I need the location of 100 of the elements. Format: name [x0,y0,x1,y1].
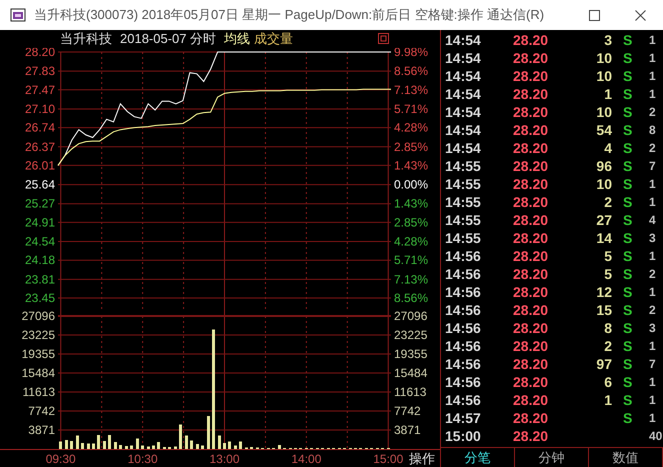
tick-price: 28.20 [513,158,550,174]
price-axis-label: 27.47 [24,82,55,97]
volume-bar [70,441,73,449]
tick-volume: 5 [603,266,612,282]
tick-time: 14:55 [445,230,482,246]
tick-count: 1 [648,195,657,209]
volume-bar [157,442,160,449]
tick-volume: 10 [595,50,612,66]
percent-axis-label: 1.43% [394,158,428,172]
operate-tab[interactable]: 操作 [409,451,435,466]
trade-side: S [622,374,634,390]
tick-count: 3 [648,231,657,245]
price-axis-label: 25.64 [24,178,55,192]
time-axis-label: 13:00 [209,452,240,466]
tick-volume: 10 [595,68,612,84]
tick-volume: 2 [603,338,612,354]
volume-bar [174,446,177,449]
tick-count: 1 [648,249,657,263]
volume-bar [141,446,144,449]
volume-bar [152,446,155,449]
percent-axis-label: 7.13% [394,272,428,286]
percent-axis-label: 0.00% [394,178,428,192]
volume-axis-label: 23225 [22,328,55,342]
trade-side: S [622,140,634,156]
tick-count: 2 [648,267,657,281]
tick-count: 1 [648,411,657,425]
percent-axis-label: 4.28% [394,120,428,135]
percent-axis-label: 7.13% [394,82,428,97]
tick-price: 28.20 [513,86,550,102]
trade-side: S [622,176,634,192]
tick-volume: 2 [603,194,612,210]
tick-time: 14:57 [445,410,482,426]
close-icon[interactable] [634,10,646,20]
tick-count: 1 [648,339,657,353]
volume-bar [76,435,79,449]
tick-volume: 1 [603,392,612,408]
tick-price: 28.20 [513,212,550,228]
volume-bar [223,443,226,449]
tick-time: 14:55 [445,212,482,228]
trade-side: S [622,302,634,318]
square-icon[interactable] [378,33,389,44]
price-axis-label: 23.81 [24,272,55,286]
trade-side: S [622,68,634,84]
trade-side: S [622,122,634,138]
tick-count: 1 [648,87,657,101]
tick-count: 7 [648,357,657,371]
price-axis-label: 26.74 [24,120,55,135]
trade-side: S [622,248,634,264]
tick-time: 14:54 [445,122,482,138]
tick-count: 40 [648,429,663,443]
tick-time: 14:55 [445,194,482,210]
tick-price: 28.20 [513,122,550,138]
tick-count: 1 [648,69,657,83]
trade-side: S [622,392,634,408]
volume-bar [119,445,122,449]
price-axis-label: 26.37 [24,140,55,154]
tick-price: 28.20 [513,338,550,354]
volume-axis-label: 19355 [394,347,428,361]
tick-time: 14:54 [445,50,482,66]
time-axis-label: 09:30 [46,452,76,466]
tick-count: 4 [648,213,657,227]
tick-price: 28.20 [513,104,550,120]
tick-volume: 10 [595,176,612,192]
trade-side: S [622,158,634,174]
volume-axis-label: 3871 [394,423,421,437]
volume-axis-label: 15484 [394,366,428,380]
trade-side: S [622,410,634,426]
tick-time: 14:54 [445,32,482,48]
volume-bar [179,424,182,449]
trade-side: S [622,104,634,120]
price-axis-label: 23.45 [24,291,55,305]
tick-time: 14:56 [445,392,482,408]
volume-bar [130,446,133,449]
trade-side: S [622,284,634,300]
volume-bar [190,440,193,449]
tick-time: 14:54 [445,104,482,120]
tick-count: 1 [648,177,657,191]
tick-count: 2 [648,141,657,155]
price-axis-label: 26.01 [24,158,55,172]
percent-axis-label: 8.56% [394,291,428,305]
tick-volume: 5 [603,248,612,264]
trade-side: S [622,194,634,210]
tick-count: 2 [648,303,657,317]
volume-axis-label: 11613 [22,385,55,399]
trade-side: S [622,356,634,372]
tick-price: 28.20 [513,194,550,210]
tick-count: 3 [648,321,657,335]
window-title: 当升科技(300073) 2018年05月07日 星期一 PageUp/Down:前后日 空格键:操作 通达信(R) [34,6,546,24]
tick-price: 28.20 [513,428,550,444]
volume-bar [114,442,117,449]
maximize-icon[interactable] [588,10,600,20]
volume-bar [185,435,188,449]
price-axis-label: 24.18 [24,253,55,268]
percent-axis-label: 1.43% [394,196,428,211]
tick-volume: 10 [595,104,612,120]
tick-volume: 54 [595,122,612,138]
time-axis-label: 14:00 [291,452,322,466]
volume-bar [87,444,90,449]
tick-volume: 14 [595,230,612,246]
percent-axis-label: 4.28% [394,234,428,249]
